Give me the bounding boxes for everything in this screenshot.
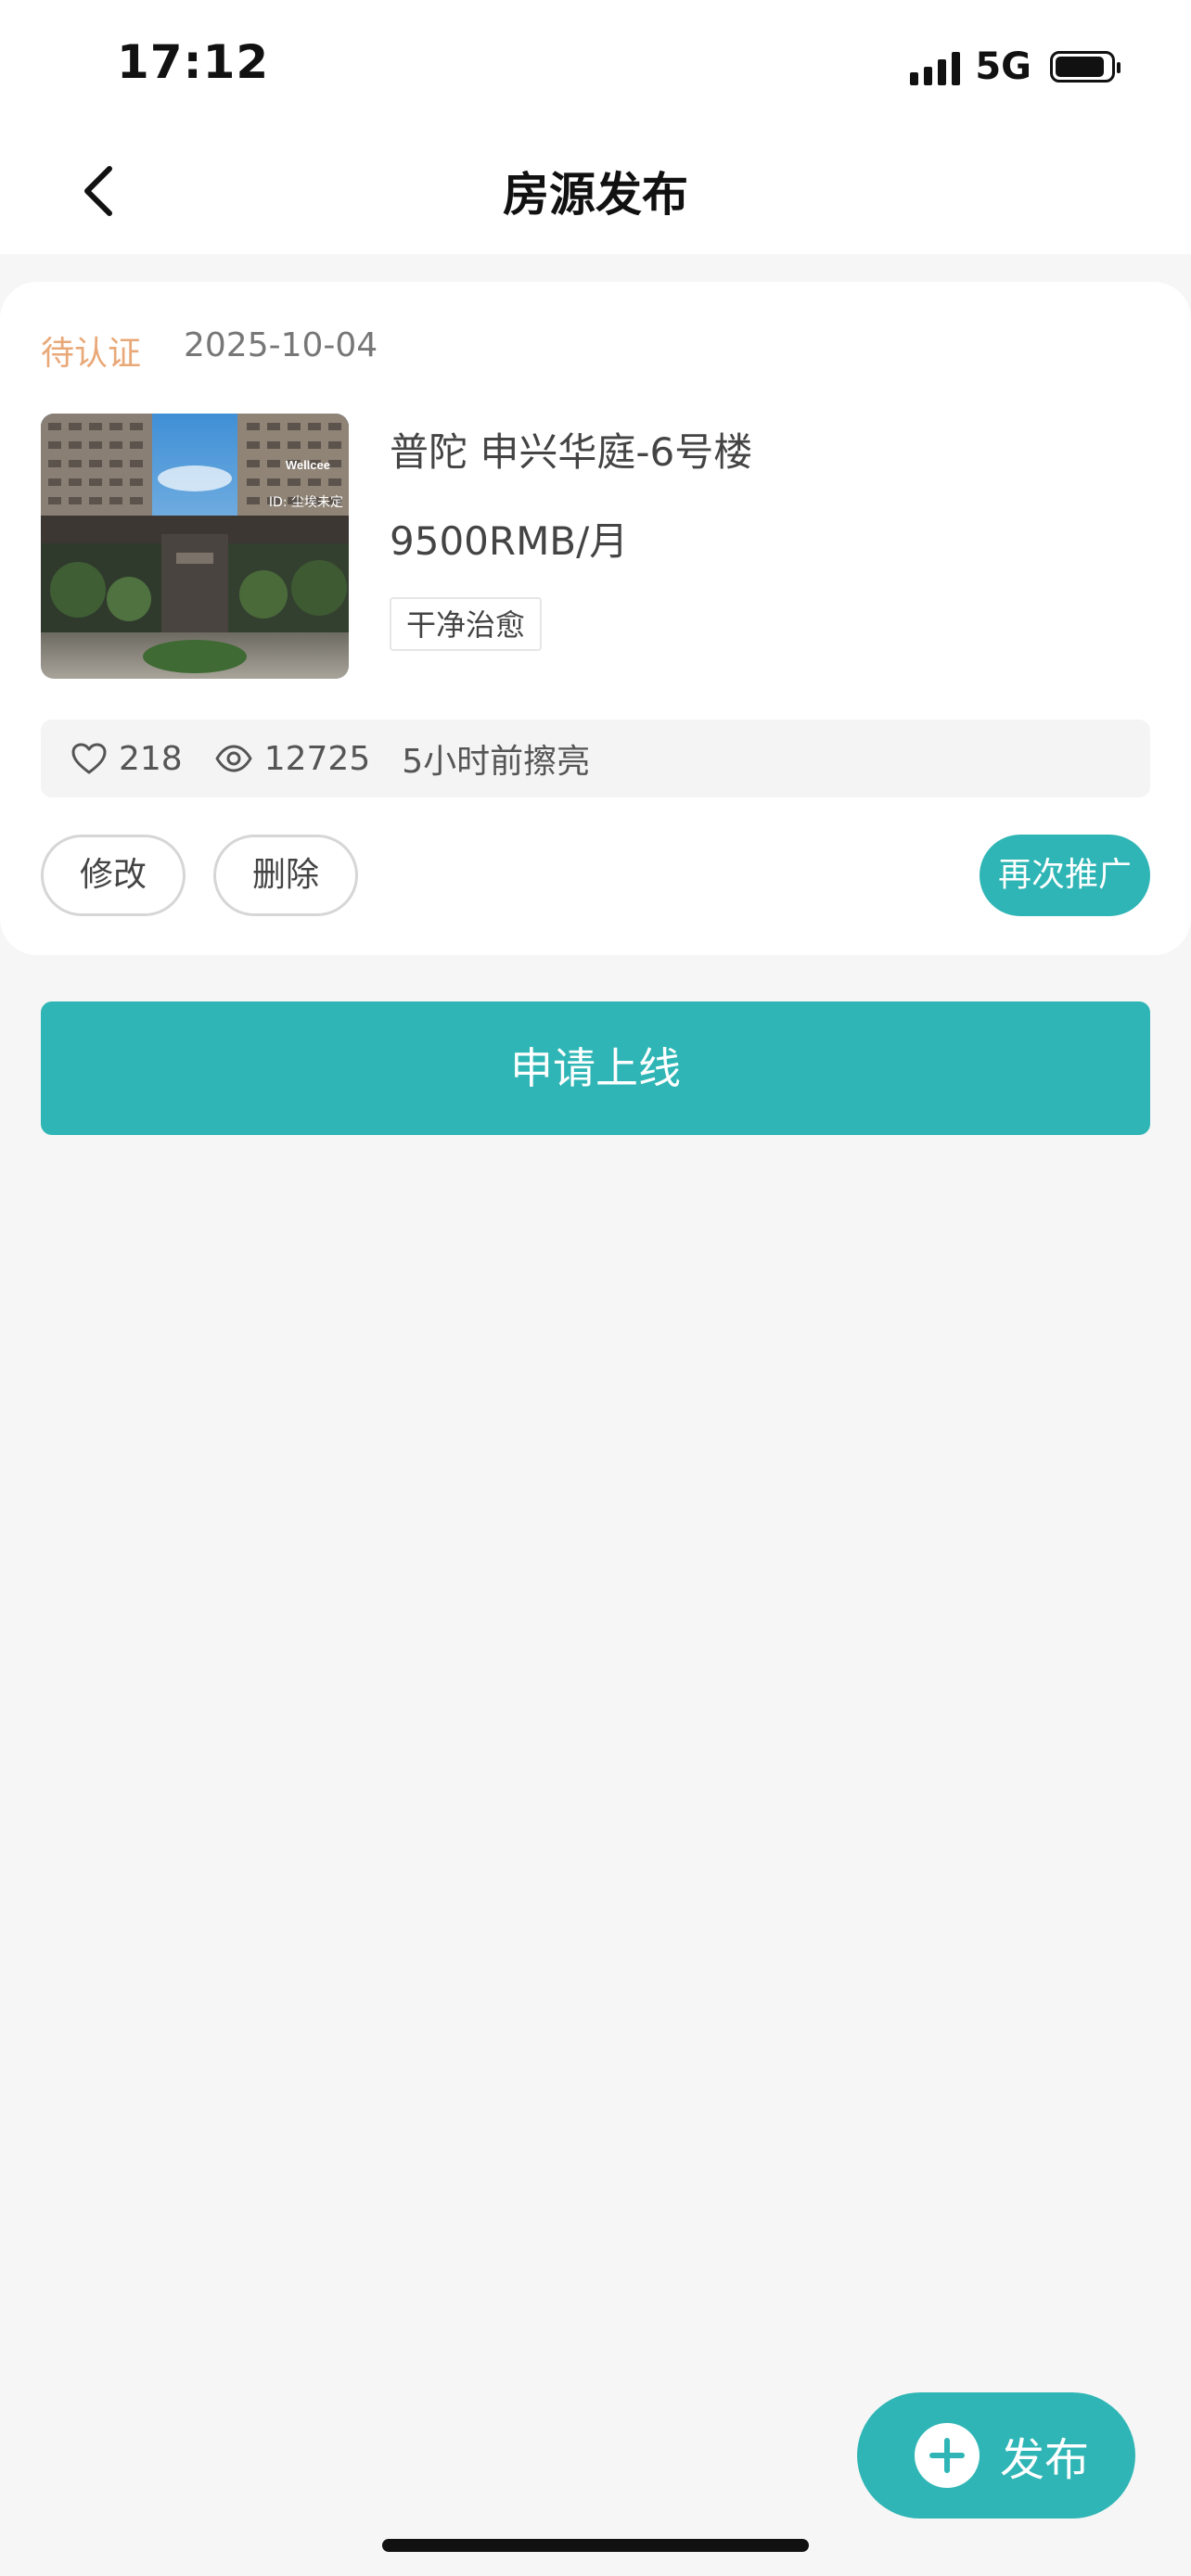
page-title: 房源发布 xyxy=(503,168,688,222)
views-stat: 12725 xyxy=(214,739,371,778)
edit-button[interactable]: 修改 xyxy=(41,835,186,916)
status-time: 17:12 xyxy=(117,35,270,89)
publish-label: 发布 xyxy=(1000,2434,1090,2486)
listing-stats: 218 12725 5小时前擦亮 xyxy=(41,720,1150,797)
promote-again-button[interactable]: 再次推广 xyxy=(980,835,1150,916)
likes-count: 218 xyxy=(119,739,183,778)
publish-button[interactable]: 发布 xyxy=(857,2392,1135,2519)
likes-stat: 218 xyxy=(70,740,183,778)
refresh-time: 5小时前擦亮 xyxy=(402,743,591,781)
photo-watermark-brand: Wellcee xyxy=(286,458,330,472)
battery-icon xyxy=(1050,51,1121,83)
listing-photo[interactable]: Wellcee ID: 尘埃未定 xyxy=(41,414,349,679)
navigation-bar: 房源发布 xyxy=(0,130,1191,254)
network-type: 5G xyxy=(975,45,1031,88)
listing-title[interactable]: 普陀 申兴华庭-6号楼 xyxy=(390,421,752,478)
building-photo-image: Wellcee ID: 尘埃未定 xyxy=(41,414,349,679)
cellular-signal-icon xyxy=(910,48,961,85)
battery-level xyxy=(1056,57,1104,77)
plus-icon xyxy=(915,2423,980,2488)
views-count: 12725 xyxy=(263,739,371,778)
photo-watermark-id: ID: 尘埃未定 xyxy=(269,495,343,510)
listing-date: 2025-10-04 xyxy=(184,326,378,364)
refresh-stat: 5小时前擦亮 xyxy=(402,734,590,783)
status-indicators: 5G xyxy=(910,41,1121,93)
home-indicator[interactable] xyxy=(382,2539,809,2552)
listing-price: 9500RMB/月 xyxy=(390,518,629,564)
listing-card: 待认证 2025-10-04 Wellcee ID: 尘埃未定 普陀 申兴华庭-… xyxy=(0,282,1191,955)
status-bar: 17:12 5G xyxy=(0,0,1191,130)
status-badge: 待认证 xyxy=(41,335,142,373)
heart-icon xyxy=(71,743,107,774)
eye-icon xyxy=(215,745,252,772)
delete-button[interactable]: 删除 xyxy=(213,835,358,916)
apply-online-button[interactable]: 申请上线 xyxy=(41,1001,1150,1135)
listing-tag: 干净治愈 xyxy=(390,597,543,651)
